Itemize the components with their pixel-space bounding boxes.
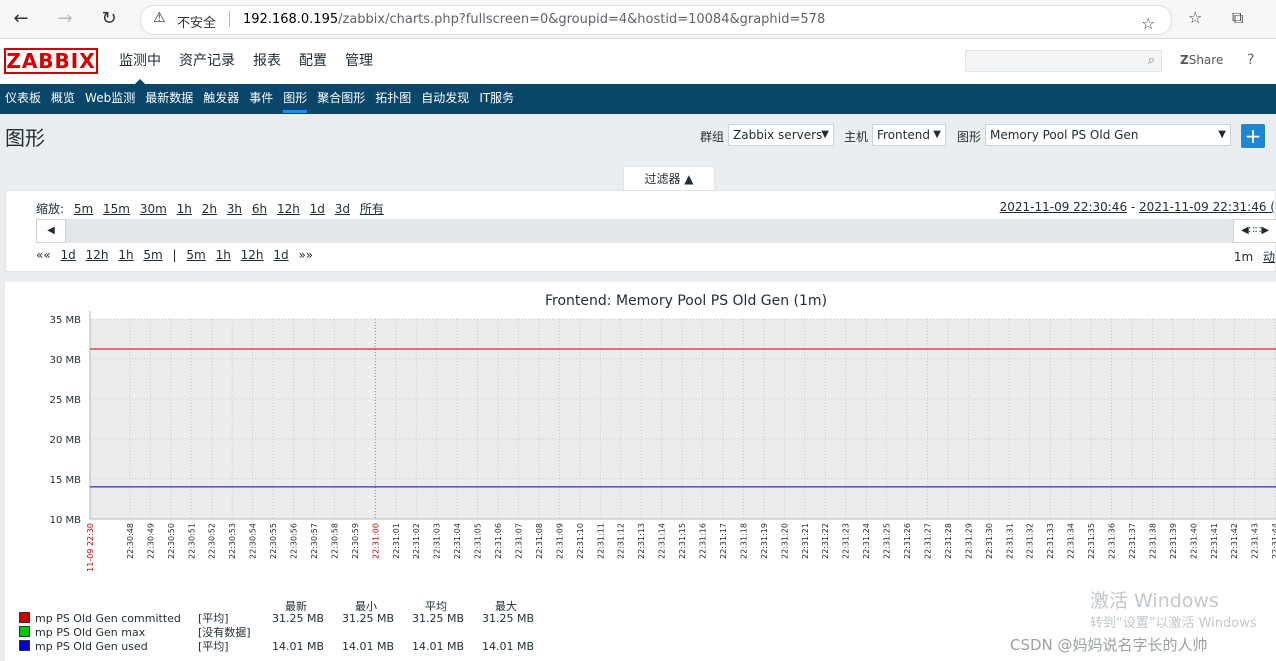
legend-min: 31.25 MB <box>342 612 395 625</box>
x-tick-label: 22:31:17 <box>719 523 728 559</box>
memory-pool-chart: 35 MB 30 MB 25 MB 20 MB 15 MB 10 MB 11-09 22:3… <box>50 311 1276 572</box>
x-tick-label: 22:31:31 <box>1005 523 1014 559</box>
x-tick-label: 22:30:55 <box>269 523 278 559</box>
x-tick-label: 22:31:12 <box>617 523 626 559</box>
x-tick-label: 22:30:51 <box>187 523 196 559</box>
x-tick-label: 22:31:44 <box>1271 523 1276 559</box>
csdn-watermark: CSDN @妈妈说名字长的人帅 <box>1010 636 1208 654</box>
y-tick-label: 15 MB <box>50 475 82 486</box>
x-tick-label: 22:30:53 <box>228 523 237 559</box>
x-tick-label: 22:31:37 <box>1128 523 1137 559</box>
x-tick-label: 22:31:42 <box>1230 523 1239 559</box>
x-tick-label: 22:31:33 <box>1046 523 1055 559</box>
legend-min: 14.01 MB <box>342 640 395 653</box>
legend-swatch <box>19 626 30 637</box>
x-tick-label: 22:31:23 <box>842 523 851 559</box>
x-tick-label: 22:30:57 <box>310 523 319 559</box>
x-tick-label: 22:31:43 <box>1251 523 1260 559</box>
x-tick-label: 22:31:26 <box>903 523 912 559</box>
legend-max: 31.25 MB <box>482 612 535 625</box>
x-tick-label: 22:31:19 <box>760 523 769 559</box>
legend-row-used: mp PS Old Gen used [平均] 14.01 MB 14.01 M… <box>19 640 534 654</box>
x-tick-label: 22:31:13 <box>637 523 646 559</box>
legend-name: mp PS Old Gen max <box>35 626 146 639</box>
legend-agg: [平均] <box>198 640 229 653</box>
x-tick-label: 22:31:20 <box>780 523 789 559</box>
windows-activation-title: 激活 Windows <box>1090 590 1219 612</box>
x-tick-label: 22:31:02 <box>412 523 421 559</box>
y-tick-label: 10 MB <box>50 515 82 526</box>
legend-avg: 14.01 MB <box>412 640 465 653</box>
y-tick-label: 35 MB <box>50 315 82 326</box>
y-tick-label: 30 MB <box>50 355 82 366</box>
legend-row-max: mp PS Old Gen max [没有数据] <box>19 626 251 640</box>
legend-last: 14.01 MB <box>272 640 325 653</box>
legend-max: 14.01 MB <box>482 640 535 653</box>
x-tick-label: 22:31:05 <box>474 523 483 559</box>
x-tick-label: 22:31:03 <box>433 523 442 559</box>
legend-swatch <box>19 612 30 623</box>
x-tick-label: 22:31:09 <box>555 523 564 559</box>
legend-avg: 31.25 MB <box>412 612 465 625</box>
x-tick-label: 22:31:38 <box>1148 523 1157 559</box>
windows-activation-hint: 转到“设置”以激活 Windows <box>1090 616 1257 631</box>
x-tick-label: 22:31:10 <box>576 523 585 559</box>
x-tick-label: 22:31:29 <box>964 523 973 559</box>
x-tick-label: 22:31:14 <box>658 523 667 559</box>
legend-agg: [没有数据] <box>198 626 251 639</box>
x-tick-label: 22:31:24 <box>862 523 871 559</box>
x-tick-label: 22:31:41 <box>1210 523 1219 559</box>
legend-name: mp PS Old Gen committed <box>35 612 181 625</box>
x-tick-label: 22:30:56 <box>290 523 299 559</box>
x-tick-label: 22:31:00 <box>371 523 380 559</box>
x-tick-label: 11-09 22:30 <box>86 523 95 572</box>
x-tick-label: 22:31:16 <box>699 523 708 559</box>
x-tick-label: 22:31:39 <box>1169 523 1178 559</box>
x-tick-label: 22:30:50 <box>167 523 176 559</box>
x-tick-label: 22:31:35 <box>1087 523 1096 559</box>
x-tick-label: 22:31:04 <box>453 523 462 559</box>
x-tick-label: 22:30:59 <box>351 523 360 559</box>
x-tick-label: 22:31:30 <box>985 523 994 559</box>
x-tick-label: 22:30:54 <box>249 523 258 559</box>
x-tick-label: 22:30:48 <box>126 523 135 559</box>
legend-row-committed: mp PS Old Gen committed [平均] 31.25 MB 31… <box>19 612 534 626</box>
legend-name: mp PS Old Gen used <box>35 640 148 653</box>
x-tick-label: 22:31:28 <box>944 523 953 559</box>
x-tick-label: 22:31:21 <box>801 523 810 559</box>
x-tick-label: 22:31:06 <box>494 523 503 559</box>
x-tick-label: 22:31:27 <box>923 523 932 559</box>
x-tick-label: 22:31:32 <box>1026 523 1035 559</box>
x-tick-label: 22:31:01 <box>392 523 401 559</box>
x-tick-label: 22:30:52 <box>208 523 217 559</box>
legend-last: 31.25 MB <box>272 612 325 625</box>
x-tick-label: 22:31:07 <box>514 523 523 559</box>
legend-swatch <box>19 640 30 651</box>
x-tick-label: 22:30:58 <box>330 523 339 559</box>
legend-agg: [平均] <box>198 612 229 625</box>
x-tick-label: 22:31:18 <box>739 523 748 559</box>
x-tick-label: 22:31:15 <box>678 523 687 559</box>
y-tick-label: 20 MB <box>50 435 82 446</box>
x-tick-label: 22:31:25 <box>883 523 892 559</box>
x-tick-label: 22:31:08 <box>535 523 544 559</box>
x-tick-label: 22:30:49 <box>146 523 155 559</box>
x-tick-label: 22:31:11 <box>596 523 605 559</box>
x-tick-label: 22:31:34 <box>1067 523 1076 559</box>
x-tick-label: 22:31:36 <box>1108 523 1117 559</box>
y-tick-label: 25 MB <box>50 395 82 406</box>
x-tick-label: 22:31:22 <box>821 523 830 559</box>
x-tick-label: 22:31:40 <box>1189 523 1198 559</box>
